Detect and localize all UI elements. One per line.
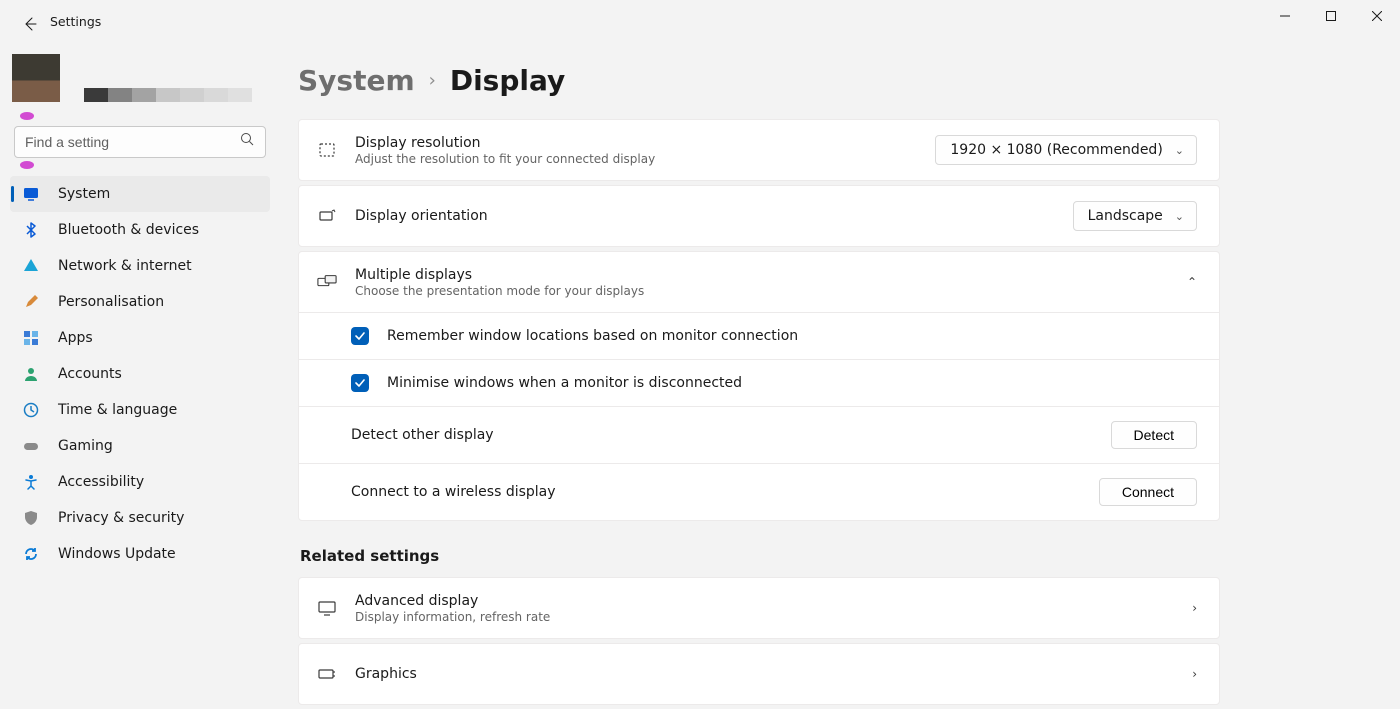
link-advanced-display[interactable]: Advanced display Display information, re…	[299, 578, 1219, 638]
close-button[interactable]	[1354, 2, 1400, 30]
sidebar-item-label: Gaming	[58, 438, 113, 454]
wireless-label: Connect to a wireless display	[351, 484, 1081, 500]
link-graphics[interactable]: Graphics ›	[299, 644, 1219, 704]
breadcrumb-current: Display	[450, 64, 565, 97]
setting-display-orientation: Display orientation Landscape ⌄	[299, 186, 1219, 246]
setting-display-resolution: Display resolution Adjust the resolution…	[299, 120, 1219, 180]
sidebar-item-label: System	[58, 186, 110, 202]
wifi-icon	[22, 257, 40, 275]
sidebar-item-label: Bluetooth & devices	[58, 222, 199, 238]
detect-label: Detect other display	[351, 427, 1093, 443]
profile-name-placeholder	[84, 54, 252, 102]
row-wireless-display: Connect to a wireless display Connect	[299, 463, 1219, 520]
sidebar-item-label: Time & language	[58, 402, 177, 418]
shield-icon	[22, 509, 40, 527]
gaming-icon	[22, 437, 40, 455]
monitor-icon	[22, 185, 40, 203]
resolution-desc: Adjust the resolution to fit your connec…	[355, 152, 917, 166]
sidebar-item-label: Accessibility	[58, 474, 144, 490]
checkbox-checked-icon[interactable]	[351, 327, 369, 345]
graphics-title: Graphics	[355, 666, 1174, 682]
sidebar-item-personalisation[interactable]: Personalisation	[10, 284, 270, 320]
clock-icon	[22, 401, 40, 419]
option-remember-window-locations[interactable]: Remember window locations based on monit…	[299, 312, 1219, 359]
window-title: Settings	[50, 14, 101, 29]
profile-block[interactable]	[0, 54, 280, 114]
resolution-value: 1920 × 1080 (Recommended)	[950, 142, 1162, 158]
orientation-value: Landscape	[1088, 208, 1163, 224]
resolution-title: Display resolution	[355, 135, 917, 151]
detect-button[interactable]: Detect	[1111, 421, 1197, 449]
chevron-up-icon: ⌃	[1187, 275, 1197, 289]
orientation-title: Display orientation	[355, 208, 1055, 224]
orientation-dropdown[interactable]: Landscape ⌄	[1073, 201, 1197, 231]
sidebar-item-label: Privacy & security	[58, 510, 184, 526]
search-icon	[240, 132, 254, 150]
sidebar-item-accounts[interactable]: Accounts	[10, 356, 270, 392]
checkbox-checked-icon[interactable]	[351, 374, 369, 392]
sidebar-item-network-internet[interactable]: Network & internet	[10, 248, 270, 284]
multiple-displays-icon	[317, 272, 337, 292]
sidebar-item-label: Network & internet	[58, 258, 192, 274]
monitor-icon	[317, 598, 337, 618]
setting-multiple-displays[interactable]: Multiple displays Choose the presentatio…	[299, 252, 1219, 312]
sidebar-item-accessibility[interactable]: Accessibility	[10, 464, 270, 500]
connect-button[interactable]: Connect	[1099, 478, 1197, 506]
avatar	[12, 54, 60, 102]
option-minimise-on-disconnect[interactable]: Minimise windows when a monitor is disco…	[299, 359, 1219, 406]
multidisplays-desc: Choose the presentation mode for your di…	[355, 284, 1169, 298]
chevron-right-icon: ›	[1192, 601, 1197, 615]
related-settings-heading: Related settings	[300, 547, 1220, 565]
row-detect-display: Detect other display Detect	[299, 406, 1219, 463]
sidebar-item-time-language[interactable]: Time & language	[10, 392, 270, 428]
bluetooth-icon	[22, 221, 40, 239]
sidebar-item-gaming[interactable]: Gaming	[10, 428, 270, 464]
sidebar-item-apps[interactable]: Apps	[10, 320, 270, 356]
sidebar-item-label: Apps	[58, 330, 93, 346]
multidisplays-title: Multiple displays	[355, 267, 1169, 283]
maximize-button[interactable]	[1308, 2, 1354, 30]
chevron-down-icon: ⌄	[1175, 210, 1184, 223]
minimize-button[interactable]	[1262, 2, 1308, 30]
advanced-display-desc: Display information, refresh rate	[355, 610, 1174, 624]
advanced-display-title: Advanced display	[355, 593, 1174, 609]
sidebar-item-system[interactable]: System	[10, 176, 270, 212]
apps-icon	[22, 329, 40, 347]
chevron-right-icon: ›	[429, 70, 436, 91]
person-icon	[22, 365, 40, 383]
breadcrumb: System › Display	[298, 64, 1220, 97]
sidebar-item-label: Accounts	[58, 366, 122, 382]
graphics-icon	[317, 664, 337, 684]
sidebar-item-privacy-security[interactable]: Privacy & security	[10, 500, 270, 536]
brush-icon	[22, 293, 40, 311]
update-icon	[22, 545, 40, 563]
sidebar-item-label: Windows Update	[58, 546, 176, 562]
breadcrumb-parent[interactable]: System	[298, 64, 415, 97]
resolution-dropdown[interactable]: 1920 × 1080 (Recommended) ⌄	[935, 135, 1197, 165]
orientation-icon	[317, 206, 337, 226]
sidebar-item-windows-update[interactable]: Windows Update	[10, 536, 270, 572]
access-icon	[22, 473, 40, 491]
chevron-down-icon: ⌄	[1175, 144, 1184, 157]
sidebar-item-bluetooth-devices[interactable]: Bluetooth & devices	[10, 212, 270, 248]
back-button[interactable]	[18, 12, 42, 36]
sidebar-item-label: Personalisation	[58, 294, 164, 310]
option-label: Remember window locations based on monit…	[387, 328, 798, 344]
resolution-icon	[317, 140, 337, 160]
chevron-right-icon: ›	[1192, 667, 1197, 681]
search-input[interactable]	[14, 126, 266, 158]
option-label: Minimise windows when a monitor is disco…	[387, 375, 742, 391]
